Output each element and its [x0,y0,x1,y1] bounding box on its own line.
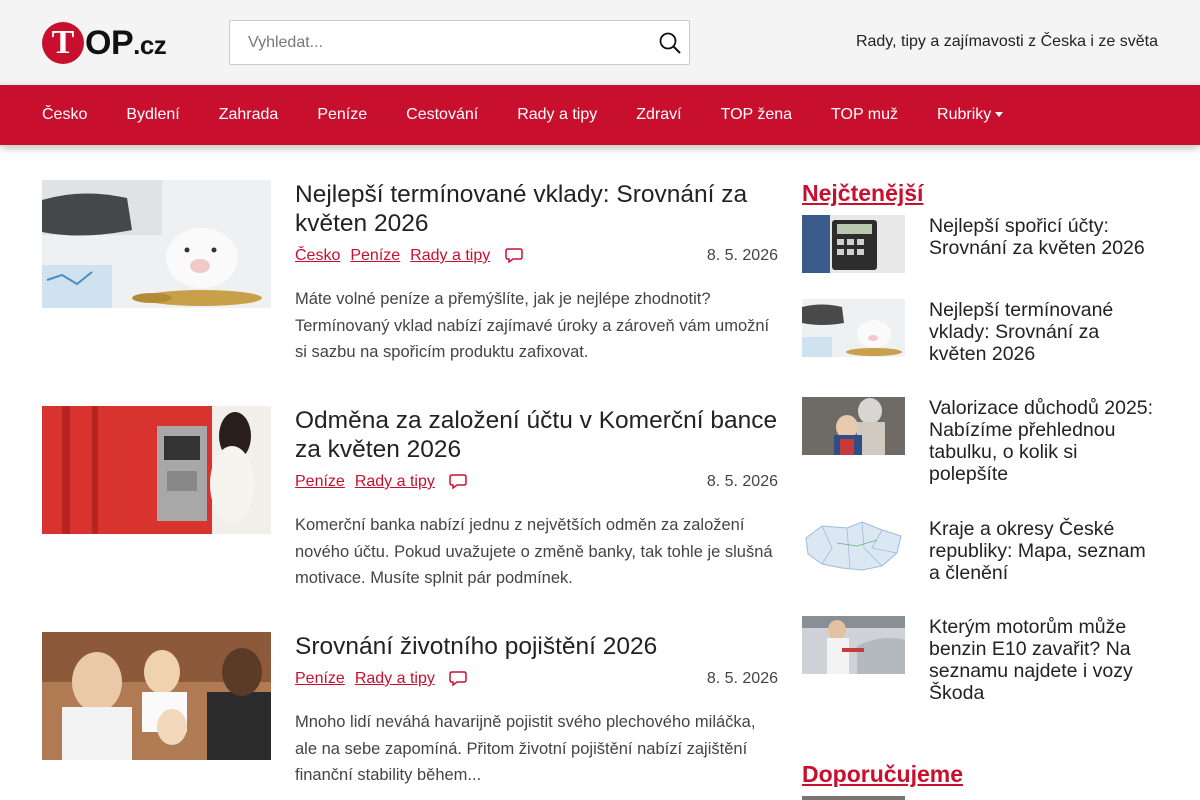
comment-icon[interactable] [449,473,468,489]
logo-mark: T [42,22,84,64]
recommended-heading[interactable]: Doporučujeme [802,761,963,788]
article-excerpt: Máte volné peníze a přemýšlíte, jak je n… [295,290,770,361]
article-excerpt: Mnoho lidí neváhá havarijně pojistit své… [295,713,756,784]
article-meta: Peníze Rady a tipy 8. 5. 2026 [295,670,778,690]
recommended-thumbnail[interactable] [802,796,905,800]
article-date: 8. 5. 2026 [706,473,778,490]
article-card: Nejlepší termínované vklady: Srovnání za… [42,180,778,370]
article-card: Odměna za založení účtu v Komerční bance… [42,406,778,596]
article-meta: Česko Peníze Rady a tipy 8. 5. 2026 [295,247,778,267]
article-tag[interactable]: Peníze [350,247,400,264]
comment-icon[interactable] [449,670,468,686]
search-icon[interactable] [657,30,683,56]
article-date: 8. 5. 2026 [706,247,778,264]
article-card: Srovnání životního pojištění 2026 Peníze… [42,632,778,800]
recommended-item [802,796,1158,800]
most-read-item: Valorizace důchodů 2025: Nabízíme přehle… [802,397,1158,487]
article-title[interactable]: Srovnání životního pojištění 2026 [295,632,778,661]
article-title[interactable]: Nejlepší termínované vklady: Srovnání za… [295,180,778,238]
article-thumbnail[interactable] [42,406,271,534]
nav-item-zdravi[interactable]: Zdraví [636,106,681,124]
most-read-thumbnail[interactable] [802,616,905,674]
nav-item-top-muz[interactable]: TOP muž [831,106,898,124]
most-read-thumbnail[interactable] [802,518,905,576]
most-read-item: Nejlepší spořicí účty: Srovnání za květe… [802,215,1158,275]
comment-icon[interactable] [504,247,523,263]
nav-item-rubriky-dropdown[interactable]: Rubriky [937,106,1003,124]
article-tag[interactable]: Peníze [295,473,345,490]
article-meta: Peníze Rady a tipy 8. 5. 2026 [295,473,778,493]
article-tag[interactable]: Rady a tipy [355,473,435,490]
article-title[interactable]: Odměna za založení účtu v Komerční bance… [295,406,778,464]
article-excerpt: Komerční banka nabízí jednu z největších… [295,516,773,587]
site-header: T OP.cz Rady, tipy a zajímavosti z Česka… [0,0,1200,85]
logo-text: OP.cz [85,23,167,62]
article-date: 8. 5. 2026 [706,670,778,687]
most-read-title[interactable]: Nejlepší spořicí účty: Srovnání za květe… [929,215,1158,259]
most-read-thumbnail[interactable] [802,299,905,357]
site-logo[interactable]: T OP.cz [42,22,167,64]
site-tagline: Rady, tipy a zajímavosti z Česka i ze sv… [855,33,1158,50]
most-read-thumbnail[interactable] [802,215,905,273]
nav-item-top-zena[interactable]: TOP žena [721,106,792,124]
nav-item-penize[interactable]: Peníze [317,106,367,124]
most-read-item: Nejlepší termínované vklady: Srovnání za… [802,299,1158,365]
search-input[interactable] [230,21,650,64]
most-read-item: Kterým motorům může benzin E10 zavařit? … [802,616,1158,706]
article-tag[interactable]: Rady a tipy [355,670,435,687]
article-tag[interactable]: Rady a tipy [410,247,490,264]
most-read-thumbnail[interactable] [802,397,905,455]
nav-item-zahrada[interactable]: Zahrada [219,106,279,124]
nav-item-bydleni[interactable]: Bydlení [126,106,179,124]
article-thumbnail[interactable] [42,180,271,308]
nav-item-cestovani[interactable]: Cestování [406,106,478,124]
article-thumbnail[interactable] [42,632,271,760]
most-read-title[interactable]: Kterým motorům může benzin E10 zavařit? … [929,616,1158,704]
most-read-title[interactable]: Kraje a okresy České republiky: Mapa, se… [929,518,1158,584]
main-nav: Česko Bydlení Zahrada Peníze Cestování R… [0,85,1200,145]
article-tag[interactable]: Peníze [295,670,345,687]
most-read-item: Kraje a okresy České republiky: Mapa, se… [802,518,1158,584]
most-read-title[interactable]: Nejlepší termínované vklady: Srovnání za… [929,299,1158,365]
most-read-heading[interactable]: Nejčtenější [802,180,923,207]
search-box [229,20,690,65]
article-tag[interactable]: Česko [295,247,340,264]
nav-item-cesko[interactable]: Česko [42,106,87,124]
nav-item-rady-a-tipy[interactable]: Rady a tipy [517,106,597,124]
most-read-title[interactable]: Valorizace důchodů 2025: Nabízíme přehle… [929,397,1158,485]
